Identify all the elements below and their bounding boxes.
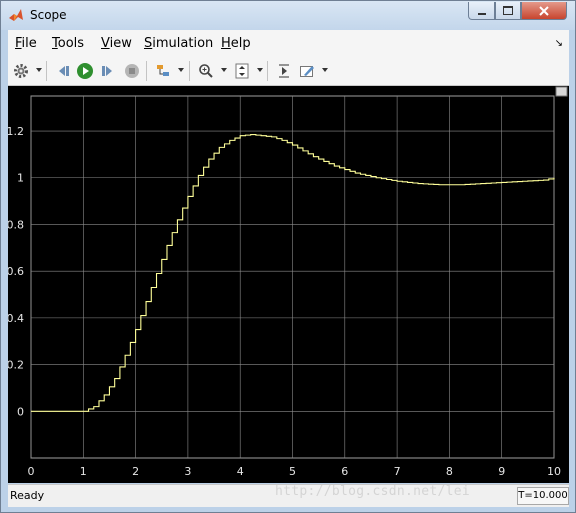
toolbar-separator [189,61,190,81]
status-text: Ready [10,489,45,502]
x-tick-label: 0 [28,465,35,478]
autoscale-button[interactable] [232,61,252,81]
x-tick-label: 10 [547,465,561,478]
autoscale-icon [235,63,249,79]
x-tick-label: 5 [289,465,296,478]
y-tick-label: 1.2 [8,125,24,138]
y-tick-label: 0.4 [8,312,24,325]
toolbar-separator [46,61,47,81]
zoom-icon [199,64,213,78]
menu-view[interactable]: View [101,36,132,51]
x-tick-label: 1 [80,465,87,478]
menu-file[interactable]: File [15,36,37,51]
toolbar-separator [267,61,268,81]
dock-arrow-icon[interactable]: ↘ [555,38,563,49]
close-icon [539,5,549,16]
step-back-icon [59,66,69,76]
highlight-button[interactable] [153,61,173,81]
expand-axes-icon[interactable] [555,86,568,97]
stop-icon [125,64,139,78]
matlab-icon [9,9,23,21]
simulation-time: T=10.000 [517,487,569,505]
y-tick-label: 1 [17,172,24,185]
chart[interactable]: 0 1 2 3 4 5 6 7 8 9 10 0 0.2 0.4 0.6 0.8 1 1.2 [7,86,569,483]
minimize-icon [477,12,486,15]
gear-icon [14,64,28,78]
maximize-button[interactable] [495,2,521,20]
x-tick-label: 8 [446,465,453,478]
x-tick-label: 3 [184,465,191,478]
zoom-dropdown-icon[interactable] [221,68,227,72]
y-tick-label: 0 [17,405,24,418]
x-tick-label: 2 [132,465,139,478]
step-forward-button[interactable] [98,61,118,81]
menu-tools[interactable]: Tools [52,36,84,51]
toolbar-separator [146,61,147,81]
step-back-button[interactable] [53,61,73,81]
run-icon [77,63,93,79]
highlight-icon [157,65,169,76]
minimize-button[interactable] [468,2,495,20]
edit-dropdown-icon[interactable] [322,68,328,72]
watermark: http://blog.csdn.net/lei [275,484,471,499]
window-title: Scope [30,8,67,22]
edit-icon [300,66,314,77]
x-tick-label: 9 [498,465,505,478]
run-button[interactable] [75,61,95,81]
edit-button[interactable] [297,61,317,81]
settings-dropdown-icon[interactable] [36,68,42,72]
x-tick-label: 4 [237,465,244,478]
menu-simulation[interactable]: Simulation [144,36,213,51]
menu-bar: File Tools View Simulation Help ↘ [8,30,569,57]
y-tick-label: 0.2 [8,359,24,372]
step-forward-icon [102,66,112,76]
highlight-dropdown-icon[interactable] [178,68,184,72]
autoscale-dropdown-icon[interactable] [257,68,263,72]
close-button[interactable] [521,2,567,20]
scope-display[interactable]: 0 1 2 3 4 5 6 7 8 9 10 0 0.2 0.4 0.6 0.8 1 1.2 [7,86,569,483]
toolbar [8,56,569,86]
x-tick-label: 6 [341,465,348,478]
stop-button[interactable] [122,61,142,81]
scope-window: Scope File Tools View Simulation Help ↘ [0,0,576,513]
maximize-icon [503,6,513,15]
y-tick-label: 0.6 [8,265,24,278]
menu-help[interactable]: Help [221,36,251,51]
zoom-button[interactable] [196,61,216,81]
x-tick-label: 7 [394,465,401,478]
y-tick-label: 0.8 [8,218,24,231]
title-bar[interactable]: Scope [1,1,575,30]
cursor-measure-icon [279,64,289,78]
settings-button[interactable] [11,61,31,81]
cursor-measure-button[interactable] [274,61,294,81]
